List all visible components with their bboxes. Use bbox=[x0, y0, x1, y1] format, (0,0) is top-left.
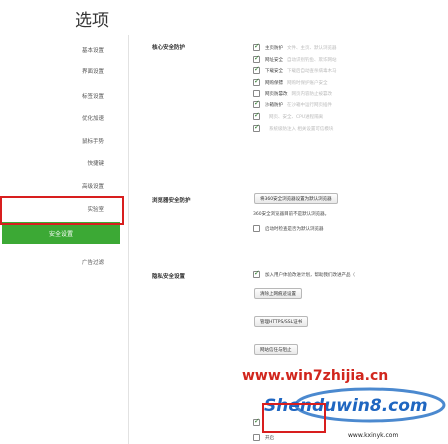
option-desc: 网页、安全、CPU进程隔离 bbox=[269, 114, 324, 120]
option-label: 开启 bbox=[265, 435, 274, 441]
check-default-on-start[interactable]: 启动时检查是否为默认浏览器 bbox=[253, 224, 324, 233]
core-option-isolation[interactable]: 网页、安全、CPU进程隔离 bbox=[253, 111, 324, 121]
option-label: 加入用户体验改进计划，帮助我们改进产品（ bbox=[265, 272, 355, 278]
option-label: 沙箱防护 bbox=[265, 102, 283, 108]
section-title-browser: 浏览器安全防护 bbox=[152, 198, 191, 204]
default-browser-note: 360安全浏览器目前不是默认浏览器。 bbox=[253, 212, 330, 217]
join-improvement-plan[interactable]: 加入用户体验改进计划，帮助我们改进产品（ bbox=[253, 269, 355, 279]
set-default-browser-button[interactable]: 将360安全浏览器设置为默认浏览器 bbox=[254, 193, 338, 204]
sidebar-item-optimize[interactable]: 优化加速 bbox=[82, 114, 104, 122]
sidebar-item-shortcuts[interactable]: 快捷键 bbox=[87, 159, 104, 167]
option-label: 启动时检查是否为默认浏览器 bbox=[265, 226, 324, 232]
privacy-extra-option-2[interactable]: 开启 bbox=[253, 433, 274, 442]
checkbox[interactable] bbox=[253, 90, 260, 97]
sidebar-divider bbox=[128, 35, 129, 444]
core-option-sandbox[interactable]: 沙箱防护 在沙箱中运行网页插件 bbox=[253, 99, 332, 109]
sidebar-item-gestures[interactable]: 鼠标手势 bbox=[82, 137, 104, 145]
manage-certificates-button[interactable]: 管理HTTPS/SSL证书 bbox=[254, 316, 309, 327]
core-option-shopping[interactable]: 网购保镖 网购时保护账户安全 bbox=[253, 77, 328, 87]
highlight-box-bottom bbox=[262, 403, 326, 433]
option-desc: 自动识别钓鱼、欺诈网站 bbox=[287, 57, 337, 63]
option-desc: 下载后自动查杀病毒木马 bbox=[287, 68, 337, 74]
sidebar-item-advanced[interactable]: 高级设置 bbox=[82, 182, 104, 190]
checkbox[interactable] bbox=[253, 123, 260, 132]
sidebar: 基本设置 界面设置 标签设置 优化加速 鼠标手势 快捷键 高级设置 实验室 安全… bbox=[0, 32, 128, 444]
clear-traces-button[interactable]: 清除上网痕迹设置 bbox=[254, 288, 302, 299]
checkbox[interactable] bbox=[253, 65, 260, 74]
option-desc: 文件、主页、默认浏览器 bbox=[287, 45, 337, 51]
sidebar-item-interface[interactable]: 界面设置 bbox=[82, 67, 104, 75]
option-desc: 网页内容防止被篡改 bbox=[291, 91, 333, 97]
option-label: 主页防护 bbox=[265, 45, 283, 51]
checkbox[interactable] bbox=[253, 77, 260, 86]
highlight-box-security bbox=[0, 196, 124, 225]
watermark-bottom: www.kxinyk.com bbox=[348, 432, 399, 439]
option-label: 网页防篡改 bbox=[265, 91, 288, 97]
sidebar-item-basic[interactable]: 基本设置 bbox=[82, 46, 104, 54]
sidebar-item-adblock[interactable]: 广告过滤 bbox=[82, 258, 104, 266]
checkbox[interactable] bbox=[253, 54, 260, 63]
section-title-core: 核心安全防护 bbox=[152, 45, 186, 51]
sidebar-item-tabs[interactable]: 标签设置 bbox=[82, 92, 104, 100]
checkbox[interactable] bbox=[253, 111, 260, 120]
site-trust-button[interactable]: 网站信任与阻止 bbox=[254, 344, 298, 355]
option-label: 网购保镖 bbox=[265, 80, 283, 86]
checkbox[interactable] bbox=[253, 99, 260, 108]
core-option-tamper[interactable]: 网页防篡改 网页内容防止被篡改 bbox=[253, 89, 332, 98]
option-label: 下载安全 bbox=[265, 68, 283, 74]
option-label: 网址安全 bbox=[265, 57, 283, 63]
core-option-url[interactable]: 网址安全 自动识别钓鱼、欺诈网站 bbox=[253, 54, 337, 64]
core-option-injection[interactable]: 系统级防注入 相关设置可信模块 bbox=[253, 123, 334, 133]
checkbox[interactable] bbox=[253, 225, 260, 232]
checkbox[interactable] bbox=[253, 42, 260, 51]
option-desc: 系统级防注入 相关设置可信模块 bbox=[269, 126, 334, 132]
core-option-homepage[interactable]: 主页防护 文件、主页、默认浏览器 bbox=[253, 42, 337, 52]
watermark-top: www.win7zhijia.cn bbox=[242, 368, 389, 384]
window-title: 选项 bbox=[75, 11, 109, 31]
option-desc: 在沙箱中运行网页插件 bbox=[287, 102, 332, 108]
checkbox[interactable] bbox=[253, 269, 260, 278]
sidebar-item-security[interactable]: 安全设置 bbox=[2, 222, 120, 244]
core-option-download[interactable]: 下载安全 下载后自动查杀病毒木马 bbox=[253, 65, 337, 75]
checkbox[interactable] bbox=[253, 434, 260, 441]
option-desc: 网购时保护账户安全 bbox=[287, 80, 328, 86]
section-title-privacy: 隐私安全设置 bbox=[152, 274, 186, 280]
